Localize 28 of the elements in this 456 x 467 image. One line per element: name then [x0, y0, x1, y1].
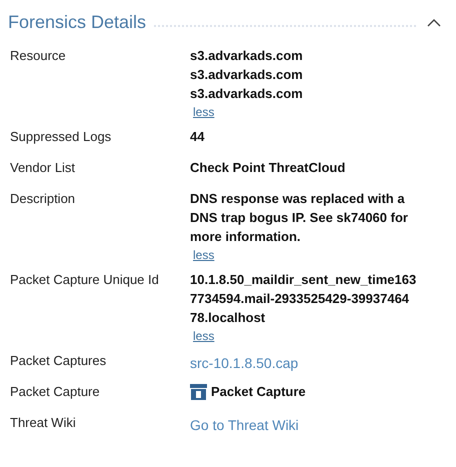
- less-link[interactable]: less: [193, 103, 303, 121]
- value-text: DNS response was replaced with a: [190, 190, 406, 208]
- field-label: Threat Wiki: [10, 414, 77, 432]
- value-text: 10.1.8.50_maildir_sent_new_time163: [190, 271, 416, 289]
- value-text: Packet Capture: [211, 383, 306, 401]
- value-text: DNS trap bogus IP. See sk74060 for: [190, 209, 408, 227]
- link[interactable]: Go to Threat Wiki: [190, 416, 299, 435]
- link[interactable]: src-10.1.8.50.cap: [190, 354, 298, 373]
- field-label: Suppressed Logs: [10, 128, 112, 146]
- value-text: 78.localhost: [190, 309, 266, 327]
- field-label: Packet Captures: [10, 352, 108, 370]
- less-link[interactable]: less: [193, 246, 408, 264]
- archive-icon: [190, 384, 207, 400]
- field-label: Vendor List: [10, 159, 76, 177]
- value-text: s3.advarkads.com: [190, 85, 303, 103]
- field-label: Resource: [10, 47, 67, 65]
- chevron-icon: [427, 18, 441, 26]
- value-text: s3.advarkads.com: [190, 47, 303, 65]
- value-text: 44: [190, 128, 204, 146]
- value-text: Check Point ThreatCloud: [190, 159, 346, 177]
- value-text: 7734594.mail-2933525429-39937464: [190, 290, 410, 308]
- field-label: Packet Capture Unique Id: [10, 271, 160, 289]
- less-link[interactable]: less: [193, 327, 416, 345]
- section-title: Forensics Details: [8, 11, 146, 34]
- value-text: s3.advarkads.com: [190, 66, 303, 84]
- field-label: Packet Capture: [10, 383, 101, 401]
- value-text: more information.: [190, 228, 302, 246]
- field-label: Description: [10, 190, 76, 208]
